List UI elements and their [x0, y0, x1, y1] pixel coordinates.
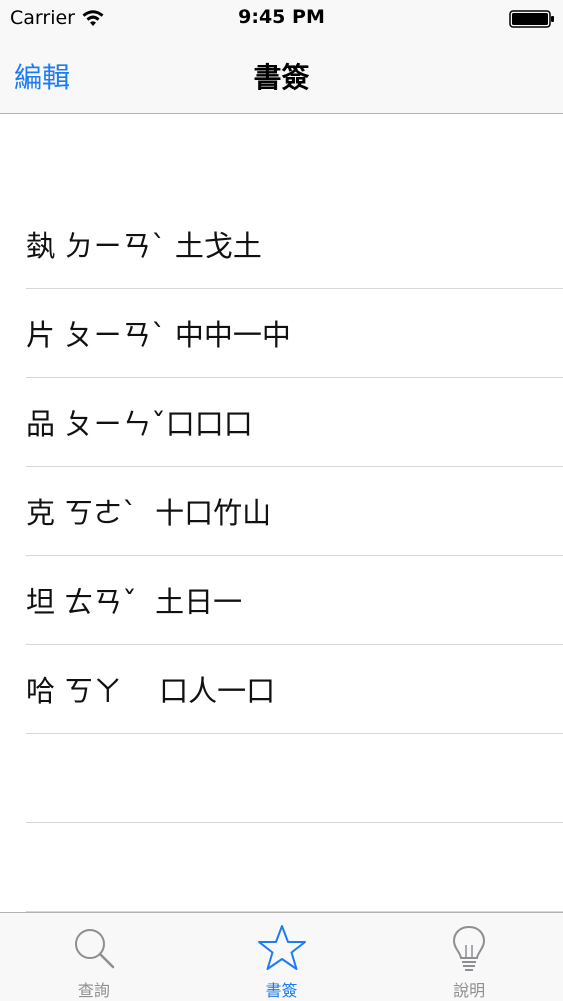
bookmark-row[interactable]: 哈 ㄎㄚ 口人一口 — [26, 645, 563, 734]
bookmark-row[interactable]: 埶 ㄉㄧㄢˋ 土戈土 — [26, 200, 563, 289]
navigation-bar: 編輯 書簽 — [0, 38, 563, 114]
lightbulb-icon — [453, 925, 486, 971]
bookmark-row[interactable]: 片 ㄆㄧㄢˋ 中中一中 — [26, 289, 563, 378]
tab-search[interactable]: 查詢 — [0, 913, 188, 1001]
battery-icon — [509, 10, 554, 28]
bookmark-text: 片 ㄆㄧㄢˋ 中中一中 — [26, 318, 291, 352]
status-time: 9:45 PM — [238, 6, 325, 28]
bookmark-row[interactable]: 坦 ㄊㄢˇ 土日一 — [26, 556, 563, 645]
bookmark-text: 品 ㄆㄧㄣˇ口口口 — [26, 407, 253, 441]
bookmark-text: 坦 ㄊㄢˇ 土日一 — [26, 585, 243, 619]
status-bar: Carrier 9:45 PM — [0, 0, 563, 38]
bookmark-list: 埶 ㄉㄧㄢˋ 土戈土 片 ㄆㄧㄢˋ 中中一中 品 ㄆㄧㄣˇ口口口 克 ㄎㄜˋ 十… — [0, 200, 563, 912]
bookmark-text: 克 ㄎㄜˋ 十口竹山 — [26, 496, 272, 530]
tab-help[interactable]: 說明 — [375, 913, 563, 1001]
star-icon — [257, 925, 306, 970]
tab-label: 書簽 — [265, 981, 298, 1000]
tab-bookmarks[interactable]: 書簽 — [188, 913, 376, 1001]
tab-label: 說明 — [453, 981, 486, 1000]
search-icon — [74, 929, 115, 969]
empty-row — [26, 734, 563, 823]
tab-label: 查詢 — [77, 981, 110, 1000]
bookmark-text: 埶 ㄉㄧㄢˋ 土戈土 — [26, 229, 262, 263]
bookmark-text: 哈 ㄎㄚ 口人一口 — [26, 674, 276, 708]
empty-row — [26, 823, 563, 912]
bookmark-row[interactable]: 克 ㄎㄜˋ 十口竹山 — [26, 467, 563, 556]
page-title: 書簽 — [253, 61, 310, 94]
bookmark-row[interactable]: 品 ㄆㄧㄣˇ口口口 — [26, 378, 563, 467]
tab-bar: 查詢 書簽 說明 — [0, 912, 563, 1001]
